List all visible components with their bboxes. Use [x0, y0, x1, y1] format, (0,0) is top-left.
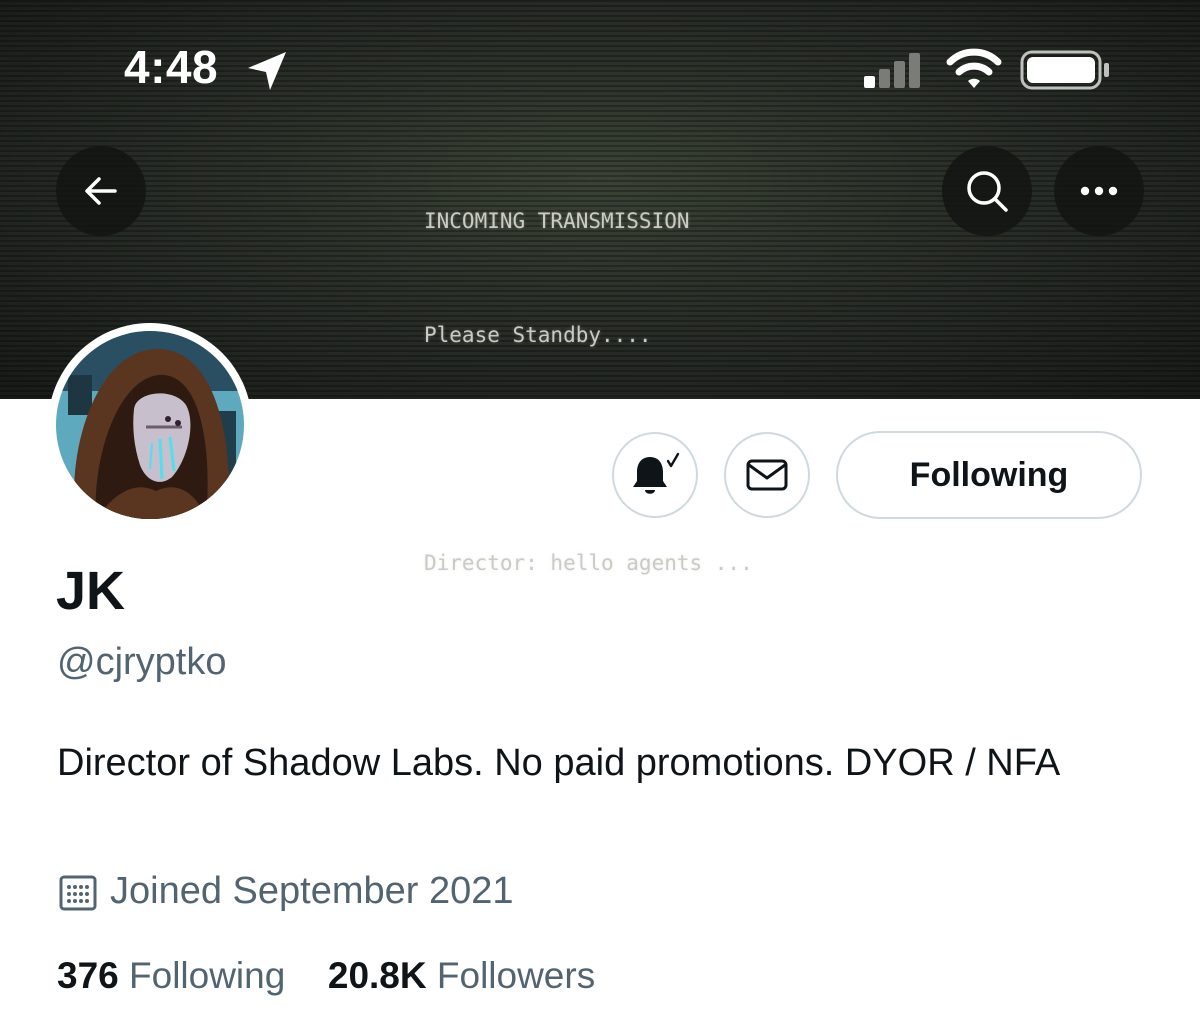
banner-line-4: Director: hello agents ... [424, 551, 753, 575]
follow-stats: 376 Following 20.8K Followers [57, 955, 595, 997]
back-button[interactable] [56, 146, 146, 236]
profile-name: JK [56, 561, 126, 621]
search-icon [967, 171, 1008, 212]
profile-bio: Director of Shadow Labs. No paid promoti… [57, 742, 1061, 784]
cellular-signal-icon [864, 53, 920, 88]
following-count: 376 [57, 955, 119, 996]
message-button[interactable] [724, 432, 810, 518]
status-time: 4:48 [124, 41, 219, 93]
following-label: Following [129, 955, 286, 996]
following-stat[interactable]: 376 Following [57, 955, 296, 996]
banner-line-2: Please Standby.... [424, 323, 652, 347]
search-button[interactable] [942, 146, 1032, 236]
profile-handle: @cjryptko [57, 641, 227, 683]
wifi-icon [946, 48, 1002, 88]
bell-check-icon [633, 452, 680, 494]
followers-stat[interactable]: 20.8K Followers [328, 955, 595, 996]
envelope-icon [746, 459, 788, 491]
followers-count: 20.8K [327, 955, 427, 996]
banner-line-spacer [424, 430, 753, 468]
banner-terminal-text: INCOMING TRANSMISSION Please Standby....… [424, 126, 753, 658]
avatar-image [56, 331, 244, 519]
joined-date: Joined September 2021 [110, 870, 514, 912]
joined-date-row: Joined September 2021 [58, 870, 514, 913]
avatar[interactable] [48, 323, 252, 527]
more-dots-icon [1080, 186, 1118, 196]
banner-line-1: INCOMING TRANSMISSION [424, 209, 690, 233]
followers-label: Followers [436, 955, 596, 996]
more-options-button[interactable] [1054, 146, 1144, 236]
following-button[interactable]: Following [836, 431, 1142, 519]
arrow-left-icon [85, 177, 117, 205]
location-arrow-icon [248, 52, 286, 90]
notifications-button[interactable] [612, 432, 698, 518]
calendar-icon [59, 875, 97, 910]
battery-icon [1020, 50, 1109, 90]
